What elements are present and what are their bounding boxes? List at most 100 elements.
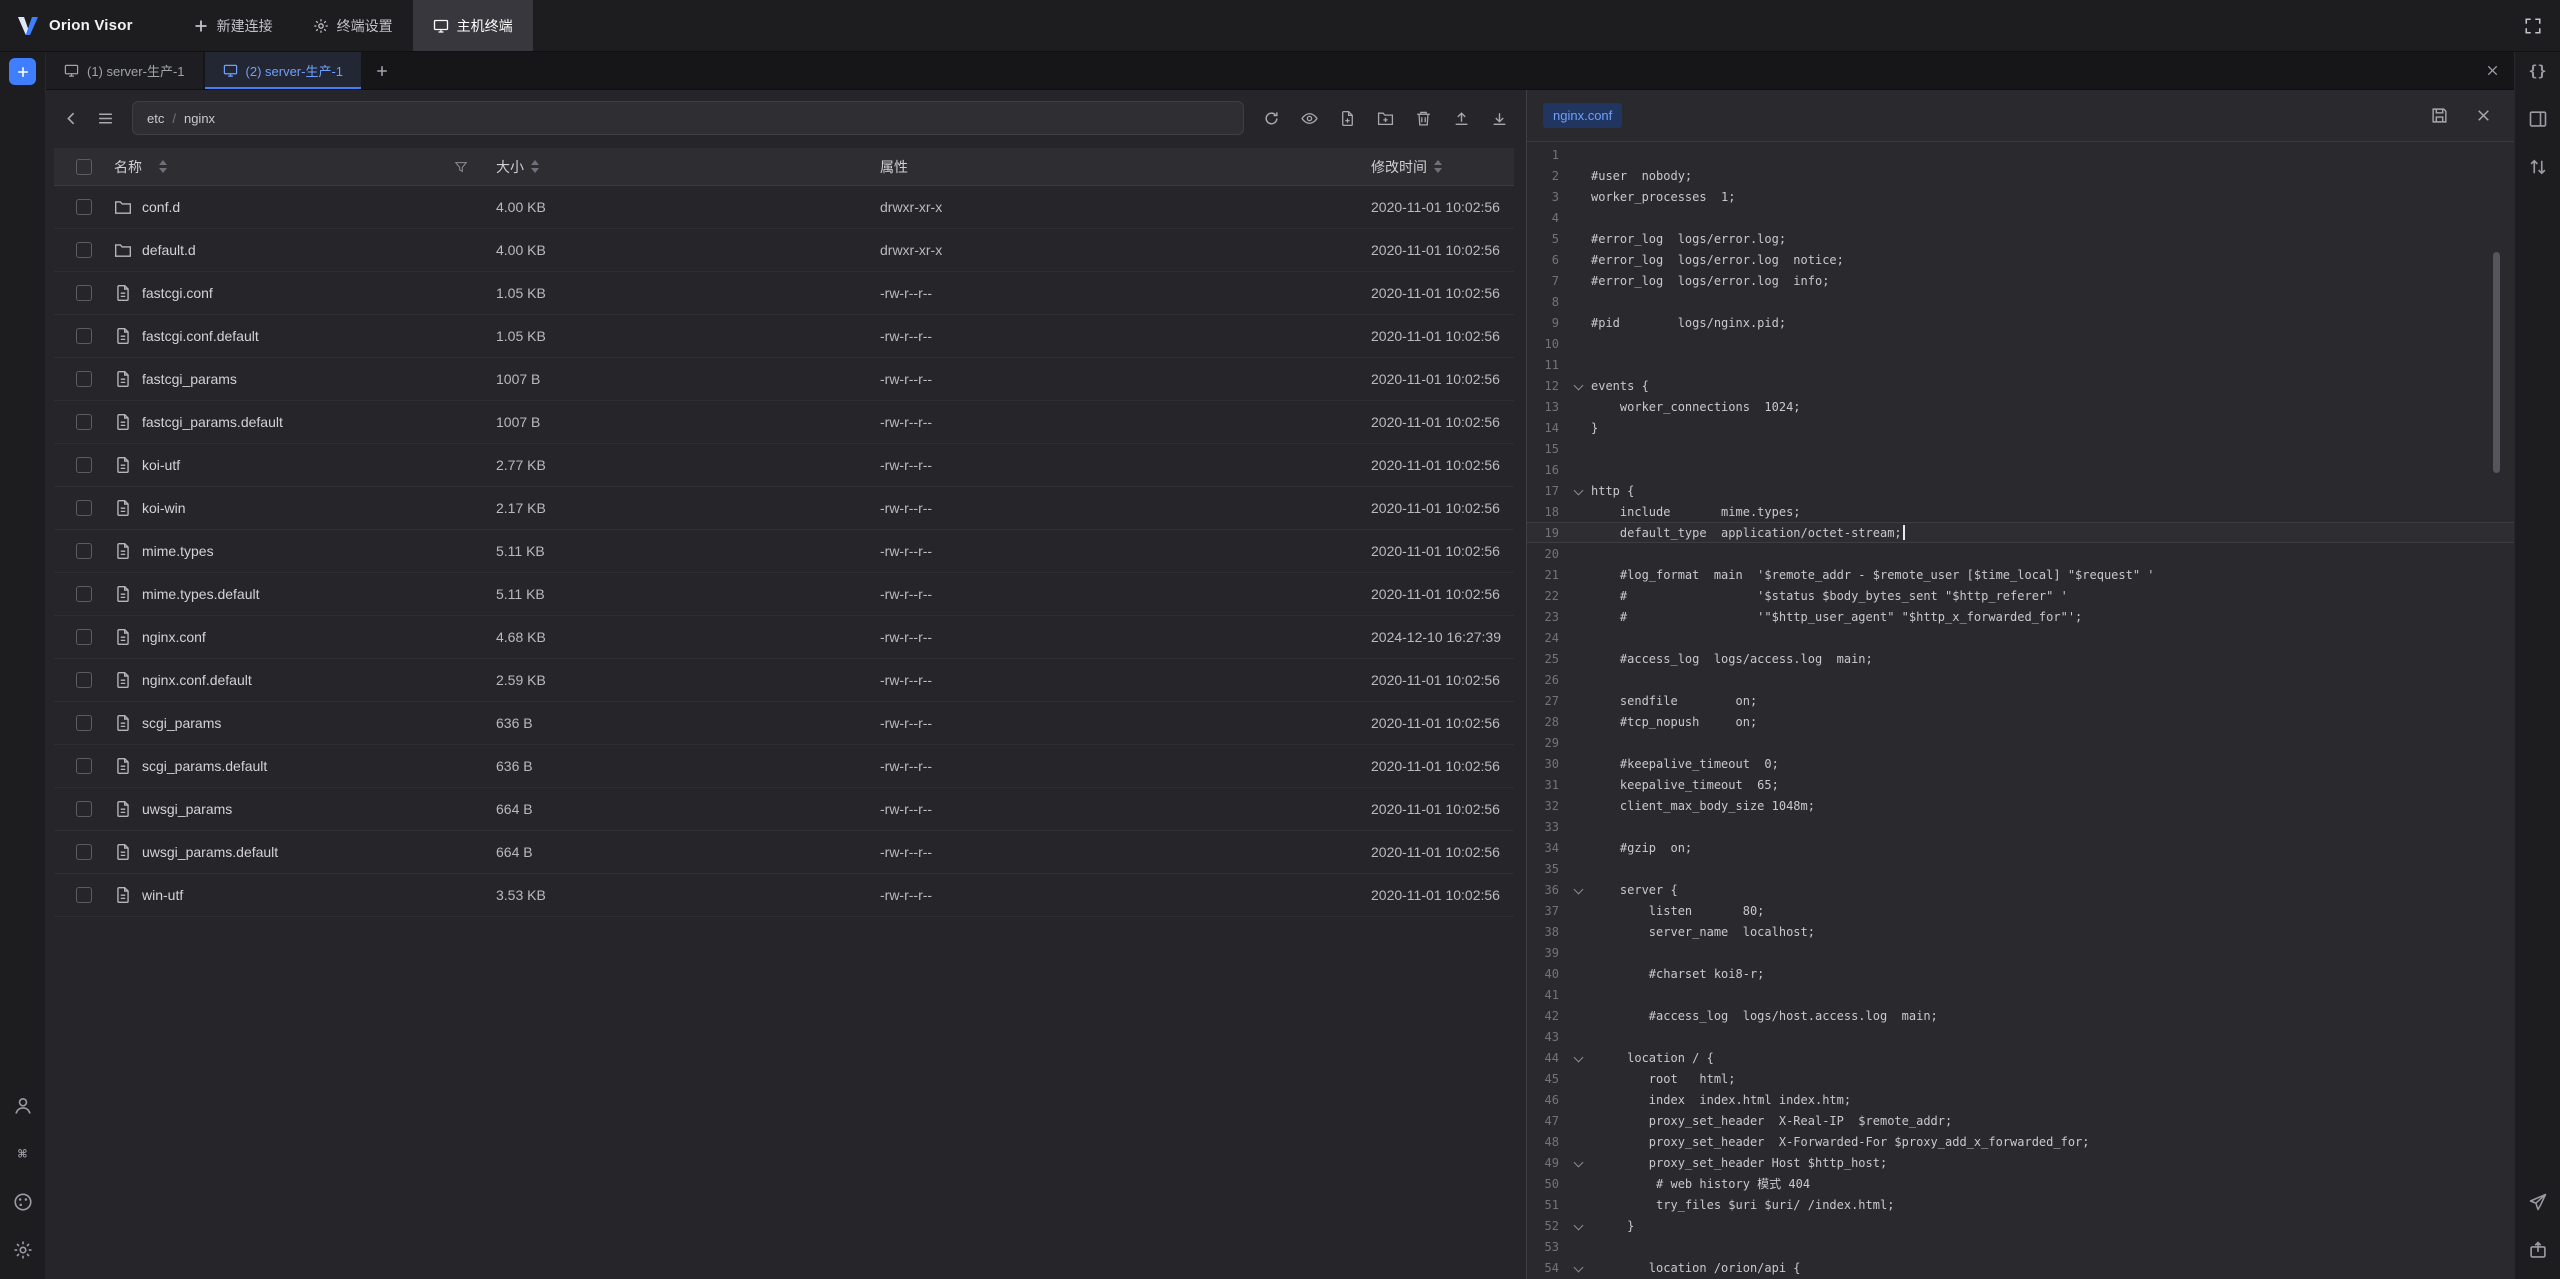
select-all-checkbox[interactable] <box>76 159 92 175</box>
file-row[interactable]: win-utf 3.53 KB -rw-r--r-- 2020-11-01 10… <box>54 874 1514 917</box>
col-size-header[interactable]: 大小 <box>496 157 524 177</box>
tab-server-1[interactable]: (1) server-生产-1 <box>46 52 203 89</box>
code-line[interactable]: 41 <box>1527 984 2514 1005</box>
row-checkbox[interactable] <box>76 242 92 258</box>
file-row[interactable]: fastcgi_params.default 1007 B -rw-r--r--… <box>54 401 1514 444</box>
col-mtime-header[interactable]: 修改时间 <box>1371 157 1427 177</box>
fold-chevron-icon[interactable] <box>1565 1222 1591 1229</box>
row-checkbox[interactable] <box>76 586 92 602</box>
upload-box-icon[interactable] <box>2527 1239 2549 1261</box>
upload-icon[interactable] <box>1446 103 1476 133</box>
row-checkbox[interactable] <box>76 801 92 817</box>
fold-chevron-icon[interactable] <box>1565 886 1591 893</box>
code-line[interactable]: 7#error_log logs/error.log info; <box>1527 270 2514 291</box>
code-line[interactable]: 19 default_type application/octet-stream… <box>1527 522 2514 543</box>
nav-host-terminal[interactable]: 主机终端 <box>413 0 533 51</box>
filter-icon[interactable] <box>454 160 468 174</box>
code-line[interactable]: 27 sendfile on; <box>1527 690 2514 711</box>
code-line[interactable]: 12events { <box>1527 375 2514 396</box>
new-tab-icon[interactable] <box>363 52 401 89</box>
code-line[interactable]: 22 # '$status $body_bytes_sent "$http_re… <box>1527 585 2514 606</box>
transfer-list-icon[interactable] <box>2527 156 2549 178</box>
close-editor-icon[interactable] <box>2468 101 2498 131</box>
row-checkbox[interactable] <box>76 328 92 344</box>
code-line[interactable]: 11 <box>1527 354 2514 375</box>
code-line[interactable]: 46 index index.html index.htm; <box>1527 1089 2514 1110</box>
col-name-header[interactable]: 名称 <box>114 157 142 177</box>
code-line[interactable]: 51 try_files $uri $uri/ /index.html; <box>1527 1194 2514 1215</box>
fold-chevron-icon[interactable] <box>1565 1264 1591 1271</box>
code-line[interactable]: 32 client_max_body_size 1048m; <box>1527 795 2514 816</box>
code-line[interactable]: 1 <box>1527 144 2514 165</box>
row-checkbox[interactable] <box>76 629 92 645</box>
fold-chevron-icon[interactable] <box>1565 1159 1591 1166</box>
file-row[interactable]: fastcgi.conf 1.05 KB -rw-r--r-- 2020-11-… <box>54 272 1514 315</box>
refresh-icon[interactable] <box>1256 103 1286 133</box>
code-line[interactable]: 31 keepalive_timeout 65; <box>1527 774 2514 795</box>
code-line[interactable]: 9#pid logs/nginx.pid; <box>1527 312 2514 333</box>
settings-gear-icon[interactable] <box>12 1239 34 1261</box>
row-checkbox[interactable] <box>76 844 92 860</box>
code-line[interactable]: 42 #access_log logs/host.access.log main… <box>1527 1005 2514 1026</box>
code-line[interactable]: 48 proxy_set_header X-Forwarded-For $pro… <box>1527 1131 2514 1152</box>
file-row[interactable]: mime.types.default 5.11 KB -rw-r--r-- 20… <box>54 573 1514 616</box>
row-checkbox[interactable] <box>76 500 92 516</box>
code-line[interactable]: 18 include mime.types; <box>1527 501 2514 522</box>
code-line[interactable]: 29 <box>1527 732 2514 753</box>
code-line[interactable]: 13 worker_connections 1024; <box>1527 396 2514 417</box>
file-row[interactable]: koi-utf 2.77 KB -rw-r--r-- 2020-11-01 10… <box>54 444 1514 487</box>
user-icon[interactable] <box>12 1095 34 1117</box>
code-line[interactable]: 45 root html; <box>1527 1068 2514 1089</box>
code-line[interactable]: 36 server { <box>1527 879 2514 900</box>
nav-new-connection[interactable]: 新建连接 <box>173 0 293 51</box>
file-row[interactable]: uwsgi_params 664 B -rw-r--r-- 2020-11-01… <box>54 788 1514 831</box>
code-line[interactable]: 39 <box>1527 942 2514 963</box>
command-palette-icon[interactable]: ⌘ <box>12 1143 34 1165</box>
fold-chevron-icon[interactable] <box>1565 1054 1591 1061</box>
row-checkbox[interactable] <box>76 887 92 903</box>
breadcrumb-segment[interactable]: nginx <box>184 111 215 126</box>
code-line[interactable]: 52 } <box>1527 1215 2514 1236</box>
code-line[interactable]: 44 location / { <box>1527 1047 2514 1068</box>
download-icon[interactable] <box>1484 103 1514 133</box>
sort-size-icon[interactable] <box>531 160 539 173</box>
code-line[interactable]: 5#error_log logs/error.log; <box>1527 228 2514 249</box>
file-row[interactable]: scgi_params.default 636 B -rw-r--r-- 202… <box>54 745 1514 788</box>
breadcrumb-segment[interactable]: etc <box>147 111 164 126</box>
code-line[interactable]: 53 <box>1527 1236 2514 1257</box>
fold-chevron-icon[interactable] <box>1565 487 1591 494</box>
file-row[interactable]: conf.d 4.00 KB drwxr-xr-x 2020-11-01 10:… <box>54 186 1514 229</box>
editor-scrollbar[interactable] <box>2493 252 2500 473</box>
code-line[interactable]: 49 proxy_set_header Host $http_host; <box>1527 1152 2514 1173</box>
nav-terminal-settings[interactable]: 终端设置 <box>293 0 413 51</box>
row-checkbox[interactable] <box>76 199 92 215</box>
row-checkbox[interactable] <box>76 543 92 559</box>
code-line[interactable]: 30 #keepalive_timeout 0; <box>1527 753 2514 774</box>
code-line[interactable]: 37 listen 80; <box>1527 900 2514 921</box>
code-line[interactable]: 40 #charset koi8-r; <box>1527 963 2514 984</box>
code-line[interactable]: 17http { <box>1527 480 2514 501</box>
file-row[interactable]: uwsgi_params.default 664 B -rw-r--r-- 20… <box>54 831 1514 874</box>
code-line[interactable]: 54 location /orion/api { <box>1527 1257 2514 1278</box>
code-line[interactable]: 26 <box>1527 669 2514 690</box>
row-checkbox[interactable] <box>76 457 92 473</box>
command-snippets-icon[interactable]: {} <box>2527 60 2549 82</box>
delete-icon[interactable] <box>1408 103 1438 133</box>
row-checkbox[interactable] <box>76 715 92 731</box>
code-line[interactable]: 28 #tcp_nopush on; <box>1527 711 2514 732</box>
file-row[interactable]: koi-win 2.17 KB -rw-r--r-- 2020-11-01 10… <box>54 487 1514 530</box>
code-line[interactable]: 21 #log_format main '$remote_addr - $rem… <box>1527 564 2514 585</box>
tab-server-2[interactable]: (2) server-生产-1 <box>205 52 362 89</box>
open-file-badge[interactable]: nginx.conf <box>1543 103 1622 128</box>
code-line[interactable]: 10 <box>1527 333 2514 354</box>
code-line[interactable]: 35 <box>1527 858 2514 879</box>
sftp-panel-icon[interactable] <box>2527 108 2549 130</box>
fullscreen-icon[interactable] <box>2506 17 2560 35</box>
new-file-icon[interactable] <box>1332 103 1362 133</box>
sort-mtime-icon[interactable] <box>1434 160 1442 173</box>
theme-icon[interactable] <box>12 1191 34 1213</box>
code-line[interactable]: 23 # '"$http_user_agent" "$http_x_forwar… <box>1527 606 2514 627</box>
close-panel-icon[interactable] <box>2471 52 2514 89</box>
new-folder-icon[interactable] <box>1370 103 1400 133</box>
code-line[interactable]: 4 <box>1527 207 2514 228</box>
